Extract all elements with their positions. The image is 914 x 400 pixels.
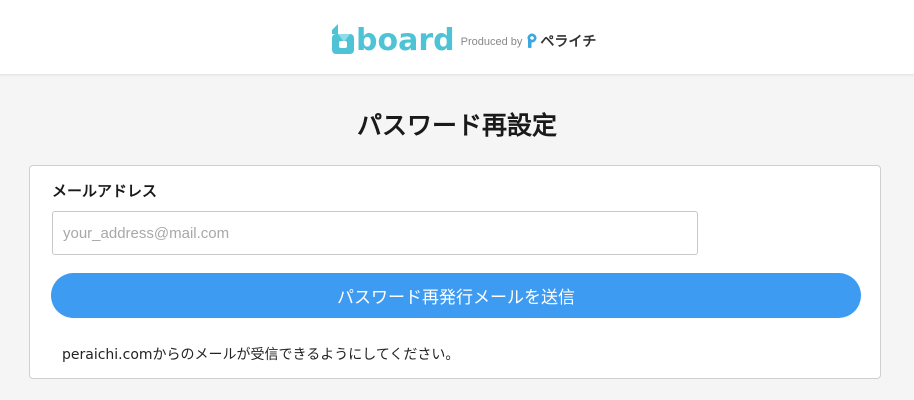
page-title: パスワード再設定 [356,111,557,140]
board-logo[interactable]: board Produced by ペライチ [330,18,596,58]
produced-by-label: Produced by [460,36,523,48]
peraichi-logo-text: ペライチ [540,34,597,50]
email-label: メールアドレス [52,182,158,200]
email-receive-note: peraichi.comからのメールが受信できるようにしてください。 [62,347,460,363]
password-reset-form: メールアドレス パスワード再発行メールを送信 peraichi.comからのメー… [29,165,881,379]
email-input[interactable] [52,211,698,255]
send-reset-email-button[interactable]: パスワード再発行メールを送信 [51,273,861,318]
peraichi-p-icon [527,33,537,48]
site-header: board Produced by ペライチ [0,0,914,75]
board-logo-text: board [356,23,455,58]
peraichi-logo: ペライチ [526,31,596,51]
board-b-icon [332,24,354,54]
board-logo-mark: board [330,20,455,56]
